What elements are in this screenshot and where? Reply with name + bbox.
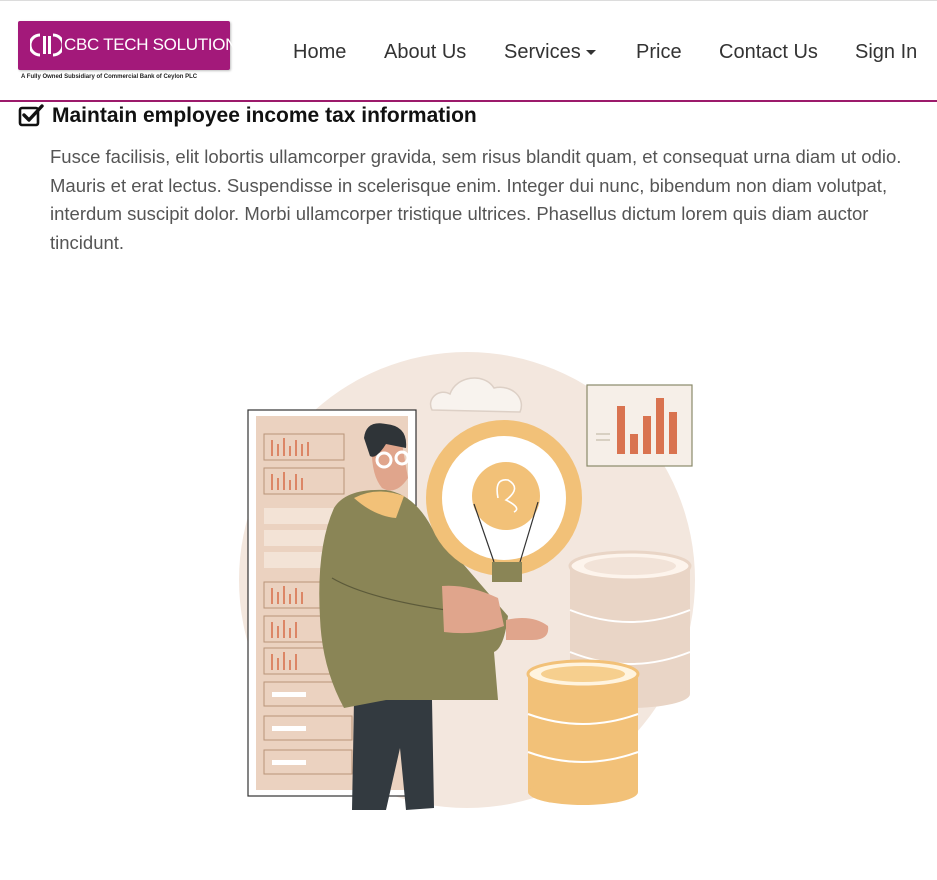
bar-chart-card-icon [586, 384, 693, 467]
feature-description: Fusce facilisis, elit lobortis ullamcorp… [50, 146, 902, 253]
nav-services-label: Services [504, 41, 581, 63]
nav-services[interactable]: Services [504, 41, 596, 64]
checkbox-checked-icon [18, 104, 44, 127]
logo-text: CBC TECH SOLUTIONS [64, 35, 249, 54]
nav-contact-us[interactable]: Contact Us [719, 41, 818, 64]
employee-data-illustration [239, 352, 695, 810]
logo-badge: CBC TECH SOLUTIONS [18, 21, 248, 70]
feature-title: Maintain employee income tax information [52, 104, 477, 127]
chevron-down-icon [585, 50, 596, 56]
coin-stack-icon [526, 659, 640, 805]
nav-price[interactable]: Price [636, 41, 682, 64]
navbar: CBC TECH SOLUTIONS A Fully Owned Subsidi… [0, 1, 937, 102]
nav-sign-in[interactable]: Sign In [855, 41, 917, 64]
nav-home[interactable]: Home [293, 41, 346, 64]
nav-about-us[interactable]: About Us [384, 41, 466, 64]
brand-logo[interactable]: CBC TECH SOLUTIONS A Fully Owned Subsidi… [18, 21, 248, 85]
logo-mark-icon [30, 33, 62, 57]
logo-tagline: A Fully Owned Subsidiary of Commercial B… [21, 74, 198, 80]
